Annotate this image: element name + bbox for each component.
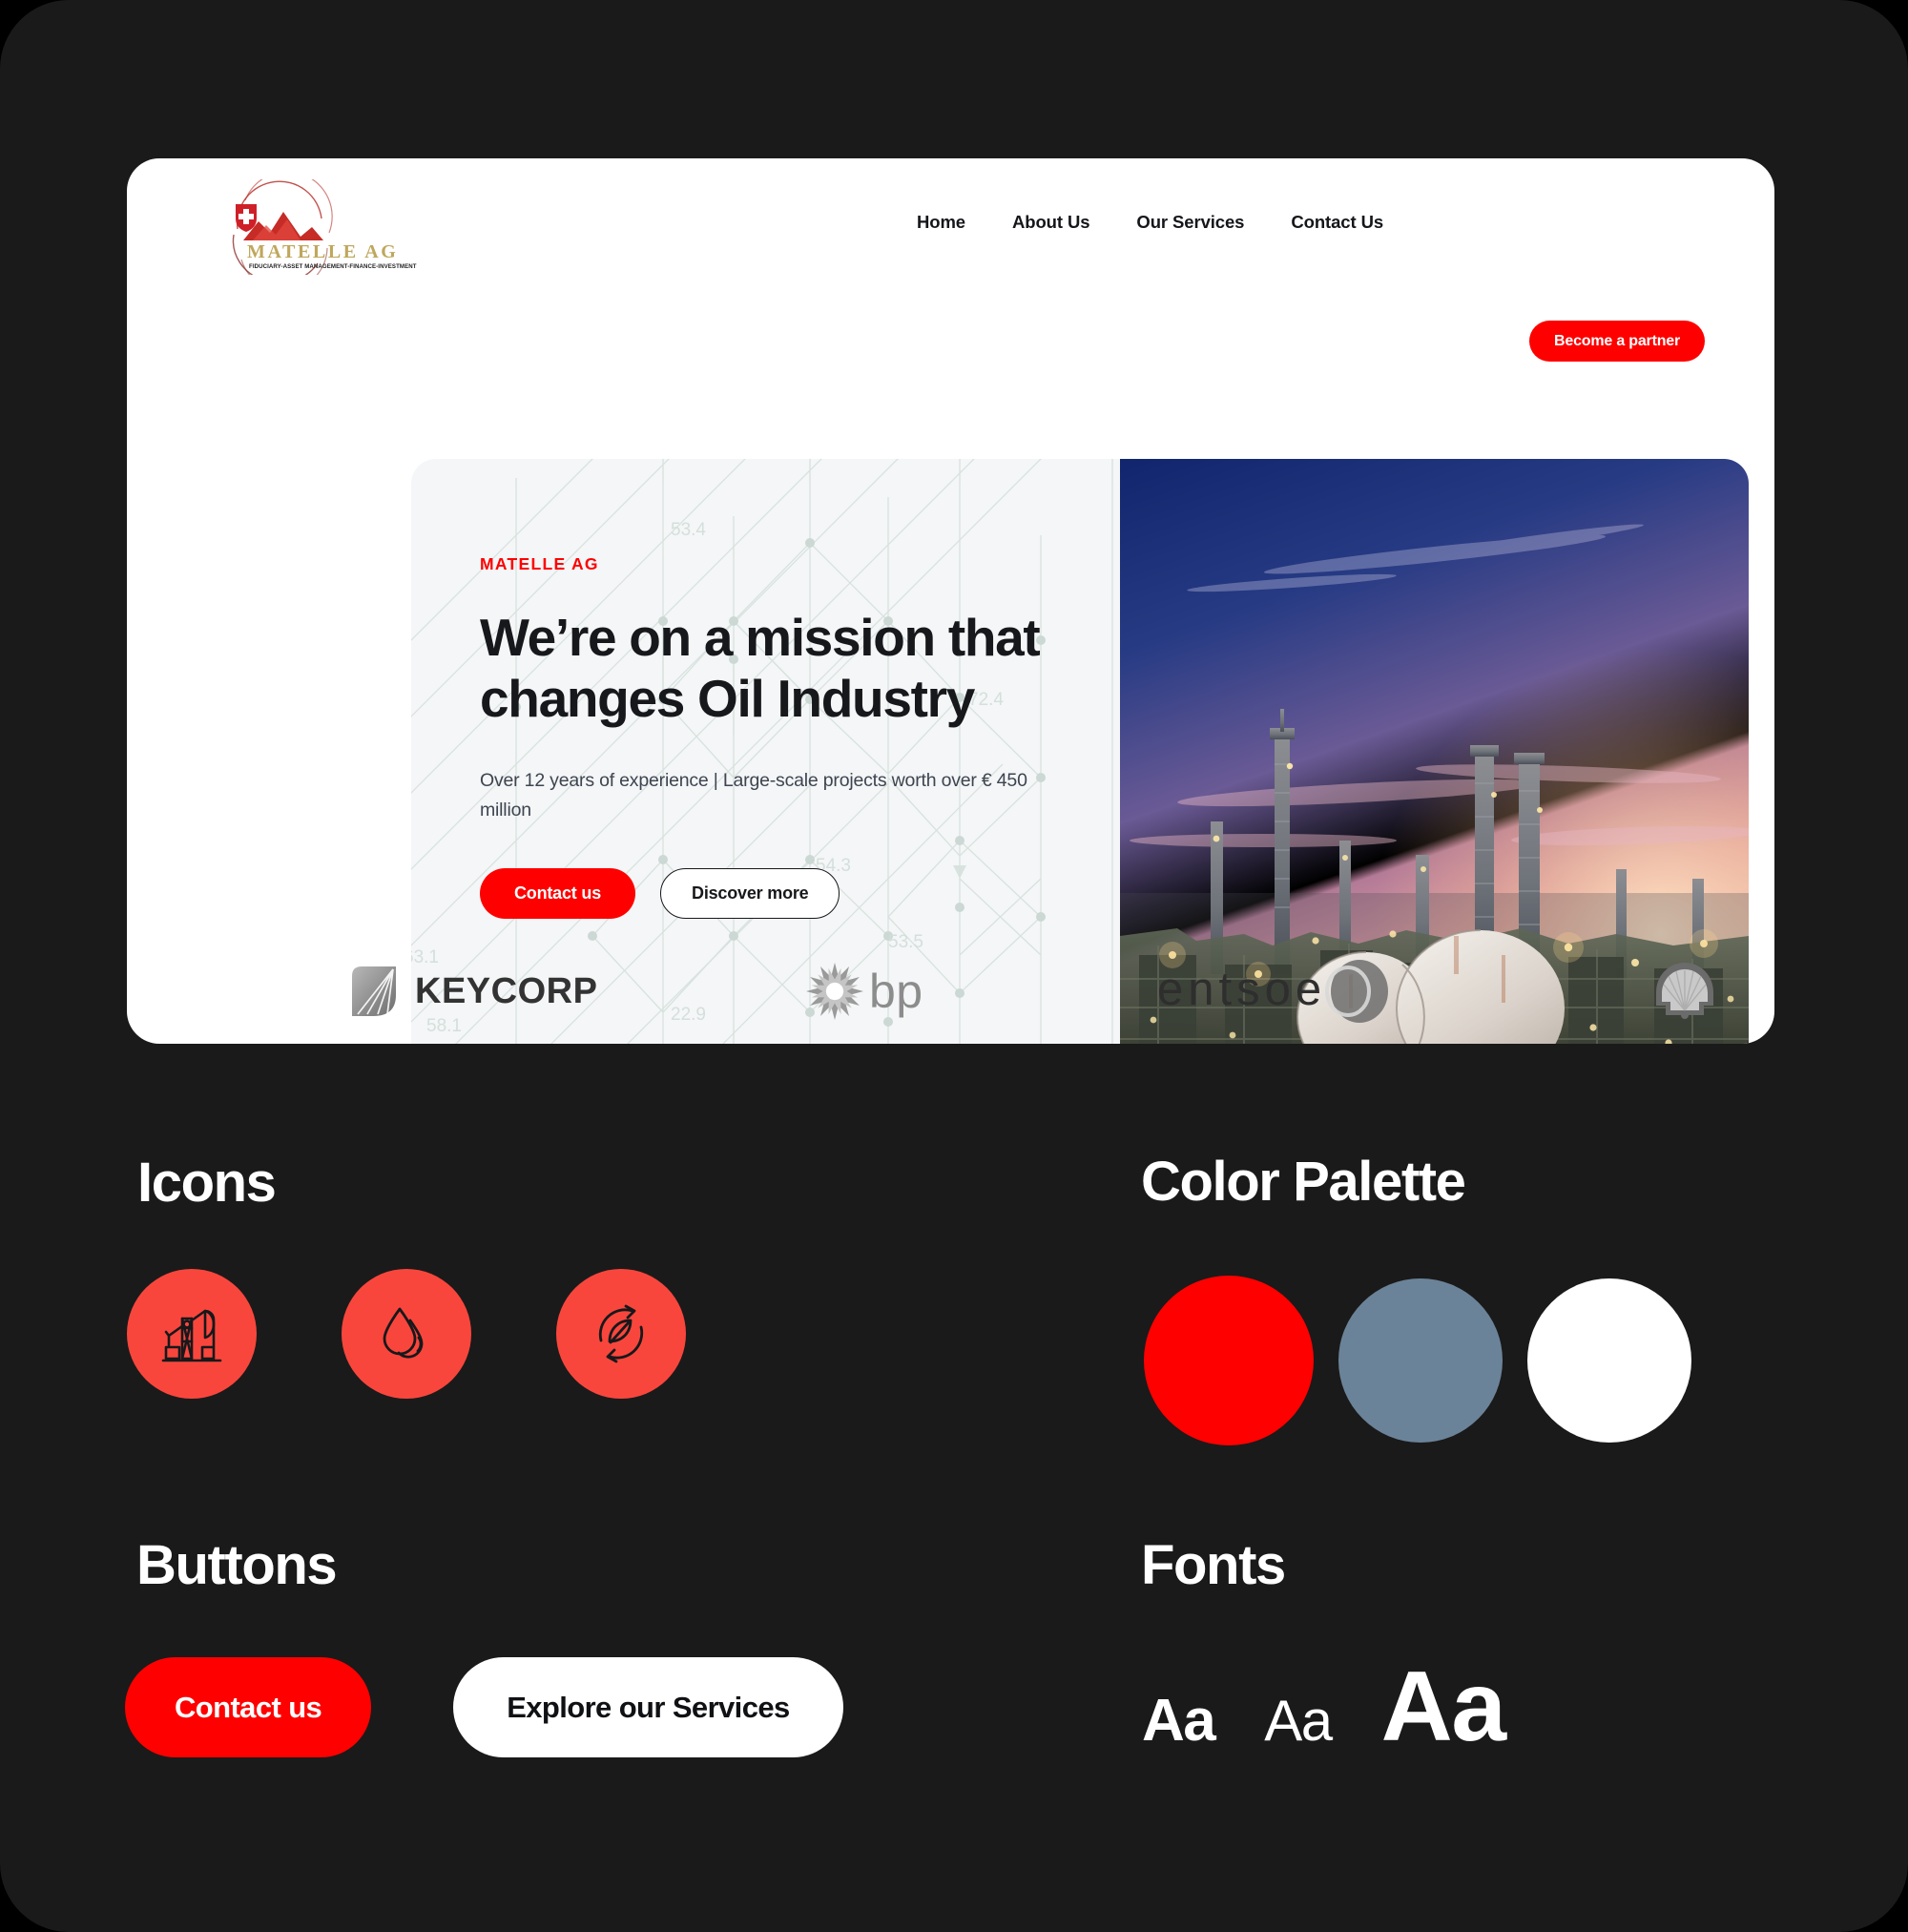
oil-droplet-icon-chip[interactable] — [342, 1269, 471, 1399]
website-mockup-card: MATELLE AG FIDUCIARY-ASSET MANAGEMENT-FI… — [127, 158, 1774, 1044]
explore-our-services-button[interactable]: Explore our Services — [453, 1657, 843, 1757]
font-specimen-bold-small: Aa — [1142, 1688, 1216, 1754]
oil-pumpjack-icon-chip[interactable] — [127, 1269, 257, 1399]
partner-logo-shell[interactable] — [1653, 961, 1716, 1022]
fonts-heading: Fonts — [1141, 1534, 1286, 1596]
hero-button-group: Contact us Discover more — [480, 867, 1052, 919]
hero-subtitle: Over 12 years of experience | Large-scal… — [480, 769, 1027, 821]
entsoe-mark-icon: entsoe — [1157, 960, 1388, 1023]
oil-pumpjack-icon — [161, 1309, 222, 1362]
style-guide-canvas: MATELLE AG FIDUCIARY-ASSET MANAGEMENT-FI… — [0, 0, 1908, 1932]
icon-showcase — [127, 1269, 686, 1399]
hero-copy: MATELLE AG We’re on a mission that chang… — [480, 554, 1052, 919]
keycorp-mark-icon — [352, 966, 396, 1016]
color-palette-heading: Color Palette — [1141, 1151, 1466, 1213]
svg-text:entsoe: entsoe — [1157, 964, 1326, 1015]
hero-discover-more-button[interactable]: Discover more — [660, 867, 840, 919]
hero-contact-us-button[interactable]: Contact us — [480, 867, 636, 919]
color-swatch-row — [1144, 1276, 1691, 1445]
logo-tagline: FIDUCIARY-ASSET MANAGEMENT-FINANCE-INVES… — [249, 263, 417, 270]
hero-eyebrow: MATELLE AG — [480, 554, 599, 573]
matelle-ag-logo[interactable]: MATELLE AG FIDUCIARY-ASSET MANAGEMENT-FI… — [196, 171, 421, 292]
font-specimen-regular: Aa — [1264, 1689, 1333, 1753]
nav-item-home[interactable]: Home — [917, 212, 965, 233]
color-swatch-red[interactable] — [1144, 1276, 1314, 1445]
keycorp-wordmark: KEYCORP — [415, 970, 598, 1011]
color-swatch-white[interactable] — [1527, 1278, 1691, 1443]
color-swatch-slate-blue[interactable] — [1338, 1278, 1503, 1443]
icons-heading: Icons — [137, 1152, 277, 1214]
main-navigation: Home About Us Our Services Contact Us — [917, 212, 1383, 233]
recycle-leaf-icon — [598, 1304, 644, 1363]
font-specimen-row: Aa Aa Aa — [1142, 1651, 1506, 1764]
hero-title: We’re on a mission that changes Oil Indu… — [480, 608, 1041, 729]
button-showcase: Contact us Explore our Services — [125, 1657, 843, 1757]
recycle-leaf-icon-chip[interactable] — [556, 1269, 686, 1399]
shell-pecten-mark-icon — [1656, 963, 1713, 1019]
partner-logo-entsoe[interactable]: entsoe — [1157, 960, 1405, 1023]
contact-us-button[interactable]: Contact us — [125, 1657, 372, 1757]
pattern-label-0: 53.4 — [671, 520, 706, 540]
partner-logo-strip: KEYCORP bp entsoe — [127, 939, 1774, 1044]
partner-logo-bp[interactable]: bp — [804, 961, 923, 1022]
logo-wordmark: MATELLE AG — [247, 241, 398, 262]
bp-wordmark: bp — [869, 965, 923, 1018]
partner-logo-keycorp[interactable]: KEYCORP — [348, 965, 597, 1018]
font-specimen-bold-large: Aa — [1380, 1652, 1506, 1762]
become-a-partner-button[interactable]: Become a partner — [1529, 321, 1705, 362]
nav-item-contact-us[interactable]: Contact Us — [1291, 212, 1383, 233]
nav-item-about-us[interactable]: About Us — [1012, 212, 1090, 233]
bp-helios-mark-icon — [806, 963, 863, 1020]
nav-item-our-services[interactable]: Our Services — [1136, 212, 1244, 233]
buttons-heading: Buttons — [136, 1534, 338, 1596]
oil-droplet-icon — [383, 1307, 424, 1359]
